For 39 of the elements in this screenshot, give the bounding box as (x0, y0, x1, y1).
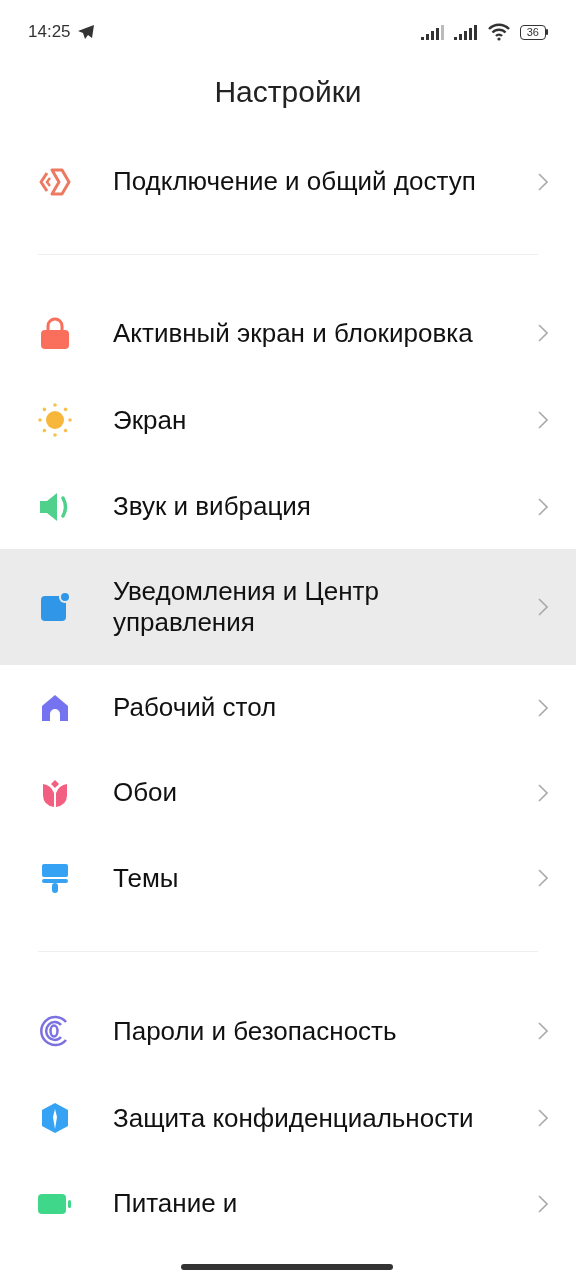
settings-item[interactable]: Темы (0, 835, 576, 921)
send-icon (76, 24, 95, 40)
battery-indicator: 36 (519, 24, 548, 40)
notification-icon (39, 591, 71, 623)
settings-item[interactable]: Рабочий стол (0, 665, 576, 750)
settings-item[interactable]: Пароли и безопасность (0, 987, 576, 1075)
chevron-icon (538, 411, 548, 429)
chevron-icon (538, 869, 548, 887)
settings-item[interactable]: Активный экран и блокировка (0, 290, 576, 376)
page-title: Настройки (213, 74, 363, 110)
chevron-icon (538, 172, 548, 191)
lock-icon (40, 317, 70, 349)
tulip-icon (40, 777, 70, 808)
clock-time: 14:25 (28, 22, 71, 42)
settings-item[interactable]: Звук и вибрация (0, 464, 576, 549)
settings-item[interactable]: Питание и (0, 1161, 576, 1246)
home-indicator[interactable] (181, 1264, 393, 1270)
chevron-icon (538, 1022, 548, 1040)
signal-icon (420, 24, 445, 40)
chevron-icon (538, 324, 548, 342)
chevron-icon (538, 497, 548, 516)
paint-roller-icon (40, 862, 70, 894)
chevron-icon (538, 598, 548, 616)
settings-item[interactable]: Уведомления и Центр управления (0, 549, 576, 665)
settings-item[interactable]: Подключение и общий доступ (0, 139, 576, 224)
chevron-icon (538, 698, 548, 717)
settings-item[interactable]: Обои (0, 750, 576, 835)
settings-item[interactable]: Защита конфиденциальности (0, 1075, 576, 1161)
home-icon (40, 692, 70, 723)
signal-icon (453, 24, 478, 40)
wifi-icon (486, 23, 511, 41)
sun-icon (38, 403, 72, 437)
chevron-icon (538, 1194, 548, 1213)
shield-icon (40, 1102, 70, 1134)
link-icon (38, 166, 72, 197)
battery-icon (38, 1192, 72, 1215)
chevron-icon (538, 1109, 548, 1127)
settings-item[interactable]: Экран (0, 376, 576, 464)
chevron-icon (538, 783, 548, 802)
